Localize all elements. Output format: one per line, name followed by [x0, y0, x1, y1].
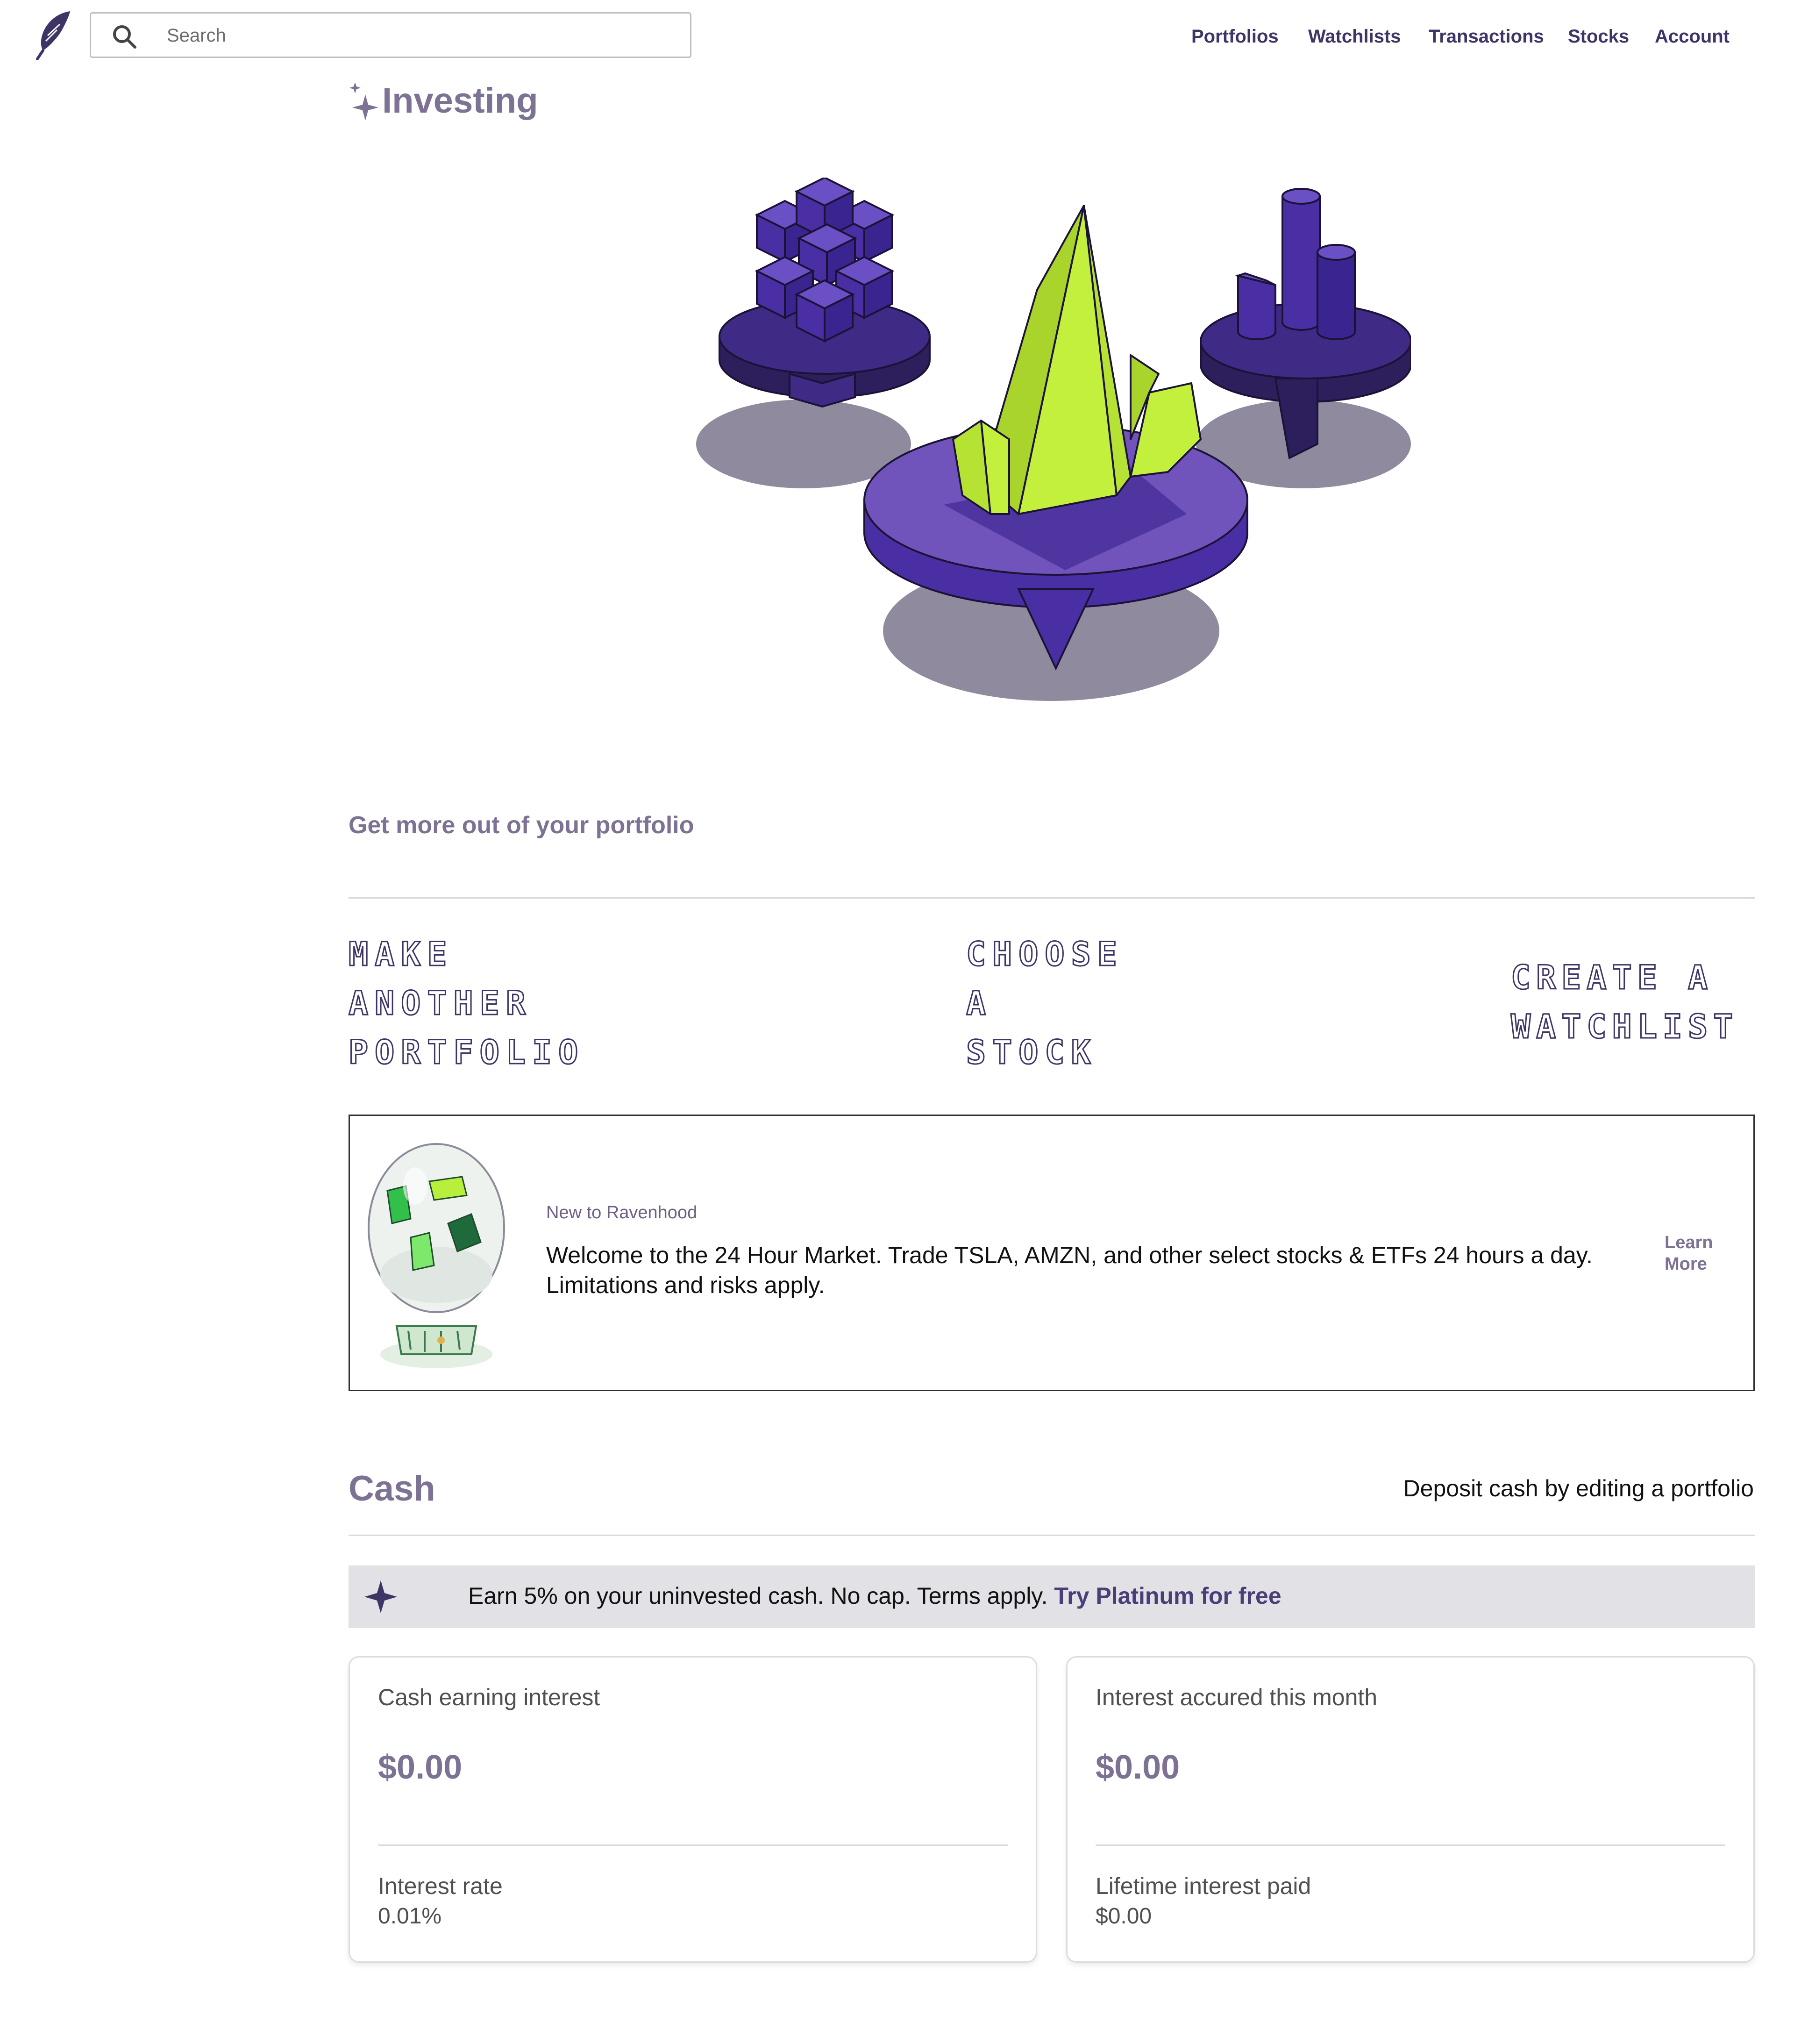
feather-logo-icon[interactable] — [29, 8, 74, 60]
create-a-watchlist-button[interactable]: CREATE A WATCHLIST — [1510, 953, 1773, 1051]
investing-hero-illustration — [682, 176, 1412, 729]
search-icon — [112, 24, 138, 50]
card-label: Cash earning interest — [378, 1684, 600, 1710]
promo-body: Welcome to the 24 Hour Market. Trade TSL… — [546, 1242, 1593, 1298]
platinum-banner: Earn 5% on your uninvested cash. No cap.… — [349, 1565, 1755, 1628]
cash-heading: Cash — [349, 1469, 435, 1508]
card-sublabel: Interest rate — [378, 1873, 503, 1899]
card-sublabel: Lifetime interest paid — [1096, 1873, 1311, 1899]
nav-transactions[interactable]: Transactions — [1429, 26, 1544, 47]
nav-watchlists[interactable]: Watchlists — [1308, 26, 1401, 47]
nav-stocks[interactable]: Stocks — [1568, 26, 1629, 47]
banner-message: Earn 5% on your uninvested cash. No cap.… — [468, 1583, 1048, 1609]
card-label: Interest accured this month — [1096, 1684, 1378, 1710]
card-value: $0.00 — [378, 1749, 463, 1786]
learn-more-link[interactable]: Learn More — [1665, 1232, 1739, 1275]
card-subvalue: 0.01% — [378, 1904, 442, 1929]
promo-card[interactable]: New to Ravenhood Welcome to the 24 Hour … — [349, 1115, 1755, 1391]
search-bar[interactable] — [90, 12, 691, 58]
search-input[interactable] — [166, 20, 672, 51]
portfolio-heading: Get more out of your portfolio — [349, 812, 694, 839]
divider — [349, 897, 1755, 899]
cash-earning-interest-card: Cash earning interest $0.00 Interest rat… — [349, 1656, 1037, 1963]
divider — [349, 1535, 1755, 1536]
interest-accrued-card: Interest accured this month $0.00 Lifeti… — [1066, 1656, 1755, 1963]
sparkle-icon — [363, 1579, 398, 1614]
card-value: $0.00 — [1096, 1749, 1180, 1786]
nav-account[interactable]: Account — [1655, 26, 1730, 47]
banner-text: Earn 5% on your uninvested cash. No cap.… — [468, 1582, 1281, 1609]
try-platinum-link[interactable]: Try Platinum for free — [1054, 1583, 1281, 1609]
nav-portfolios[interactable]: Portfolios — [1191, 26, 1279, 47]
divider — [1096, 1844, 1725, 1846]
choose-a-stock-button[interactable]: CHOOSE A STOCK — [966, 930, 1387, 1077]
promo-kicker: New to Ravenhood — [546, 1203, 698, 1222]
sparkle-icon — [347, 80, 380, 124]
card-subvalue: $0.00 — [1096, 1904, 1152, 1929]
snow-globe-illustration — [364, 1135, 509, 1378]
page-title: Investing — [382, 81, 538, 121]
make-another-portfolio-button[interactable]: MAKE ANOTHER PORTFOLIO — [348, 930, 909, 1077]
deposit-hint: Deposit cash by editing a portfolio — [1403, 1475, 1754, 1501]
divider — [378, 1844, 1008, 1846]
